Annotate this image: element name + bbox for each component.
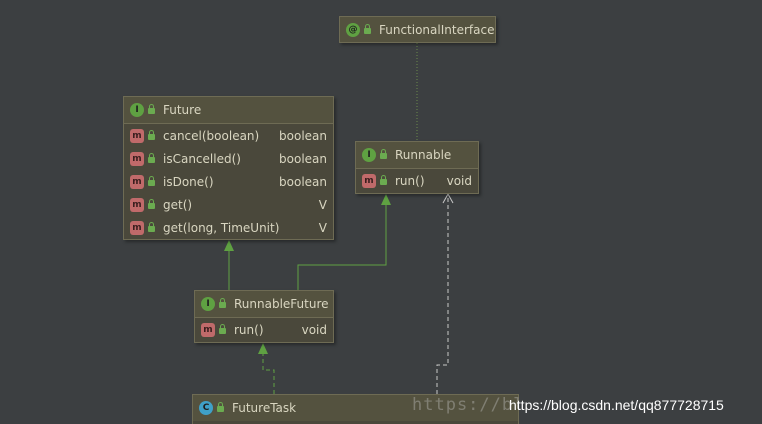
public-lock-icon: [148, 129, 155, 140]
public-lock-icon: [148, 175, 155, 186]
member-name: get(): [163, 197, 193, 212]
member-row[interactable]: m run() void: [195, 318, 333, 341]
method-badge-icon: m: [130, 128, 144, 143]
node-title: Future: [163, 103, 202, 117]
public-lock-icon: [380, 174, 387, 185]
public-lock-icon: [217, 402, 224, 412]
method-badge-icon: m: [362, 173, 376, 188]
class-badge-icon: C: [199, 401, 213, 415]
member-name: cancel(boolean): [163, 128, 260, 143]
arrowhead-runnablefuture: [258, 343, 268, 354]
method-badge-icon: m: [130, 174, 144, 189]
public-lock-icon: [148, 221, 155, 232]
node-title: RunnableFuture: [234, 297, 329, 311]
method-badge-icon: m: [130, 220, 144, 235]
node-title: FunctionalInterface: [379, 22, 495, 37]
node-title: FutureTask: [232, 401, 297, 415]
member-type: void: [301, 322, 327, 337]
method-badge-icon: m: [130, 151, 144, 166]
member-type: boolean: [279, 174, 327, 189]
member-name: isDone(): [163, 174, 214, 189]
node-runnable-future[interactable]: I RunnableFuture m run() void: [194, 290, 334, 343]
public-lock-icon: [219, 298, 226, 308]
public-lock-icon: [148, 104, 155, 114]
arrowhead-future: [224, 240, 234, 251]
node-functional-interface[interactable]: @ FunctionalInterface: [339, 16, 496, 43]
watermark-url: https://blog.csdn.net/qq877728715: [509, 397, 724, 413]
member-row[interactable]: m run() void: [356, 169, 478, 192]
member-row[interactable]: m cancel(boolean) boolean: [124, 124, 333, 147]
member-type: void: [446, 173, 472, 188]
member-name: run(): [395, 173, 425, 188]
interface-badge-icon: I: [362, 148, 376, 162]
interface-badge-icon: I: [130, 103, 144, 117]
annotation-badge-icon: @: [346, 22, 360, 37]
member-type: V: [318, 197, 327, 212]
public-lock-icon: [219, 323, 226, 334]
member-name: isCancelled(): [163, 151, 241, 166]
relationship-edges: [224, 43, 454, 394]
interface-badge-icon: I: [201, 297, 215, 311]
edge-futuretask-implements-runnablefuture: [262, 354, 275, 394]
member-name: get(long, TimeUnit): [163, 220, 280, 235]
public-lock-icon: [148, 198, 155, 209]
member-type: boolean: [279, 151, 327, 166]
member-row[interactable]: m isDone() boolean: [124, 170, 333, 193]
public-lock-icon: [364, 23, 371, 34]
arrowhead-runnable: [381, 194, 391, 205]
member-type: boolean: [279, 128, 327, 143]
method-badge-icon: m: [130, 197, 144, 212]
member-row[interactable]: m get() V: [124, 193, 333, 216]
member-row[interactable]: m isCancelled() boolean: [124, 147, 333, 170]
watermark-faint: https://bl: [412, 395, 525, 415]
node-runnable[interactable]: I Runnable m run() void: [355, 141, 479, 194]
member-name: run(): [234, 322, 264, 337]
public-lock-icon: [380, 149, 387, 159]
node-future[interactable]: I Future m cancel(boolean) boolean m isC…: [123, 96, 334, 240]
edge-futuretask-implements-runnable: [436, 196, 449, 394]
node-title: Runnable: [395, 148, 452, 162]
public-lock-icon: [148, 152, 155, 163]
member-type: V: [318, 220, 327, 235]
method-badge-icon: m: [201, 322, 215, 337]
member-row[interactable]: m get(long, TimeUnit) V: [124, 216, 333, 239]
